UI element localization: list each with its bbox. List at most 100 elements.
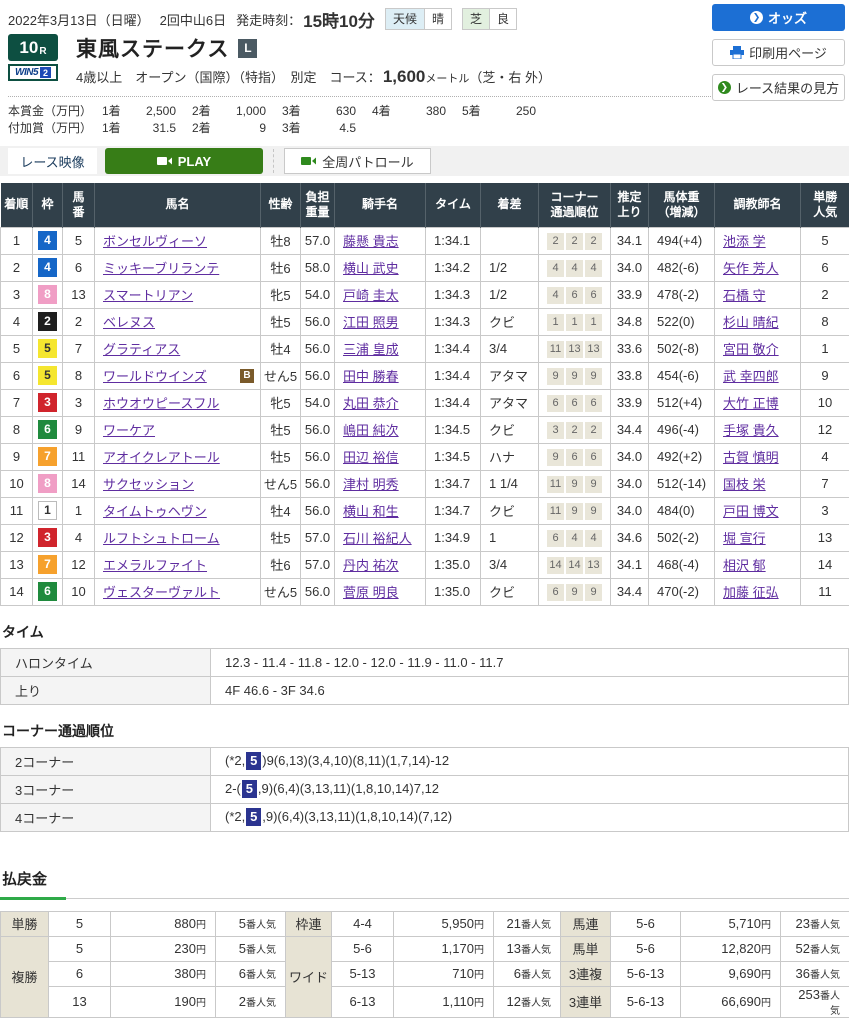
finish-position: 10 [1,470,33,497]
jockey-link[interactable]: 丹内 祐次 [343,558,399,573]
jockey-link[interactable]: 津村 明秀 [343,477,399,492]
fav-value: 23 [796,916,810,931]
win5-badge: WIN5 2 [8,64,58,81]
trainer-cell: 大竹 正博 [715,389,801,416]
jockey-link[interactable]: 三浦 皇成 [343,342,399,357]
horse-name-link[interactable]: ワーケア [103,423,155,438]
prize-place: 4着 [372,103,398,120]
horse-name-link[interactable]: ルフトシュトローム [103,531,220,546]
prize-place: 1着 [102,103,128,120]
ninki-suffix: 番人気 [521,945,551,956]
turf-condition-chip: 芝 良 [462,8,517,30]
wide-bet-amount: 710円 [394,961,494,986]
jockey-link[interactable]: 戸崎 圭太 [343,288,399,303]
waku-badge: 6 [38,582,57,601]
corner-order-cell: 111 [539,308,611,335]
jockey-cell: 戸崎 圭太 [335,281,426,308]
trainer-link[interactable]: 古賀 慎明 [723,450,779,465]
winner-highlight: 5 [242,780,257,798]
race-badges: 10R WIN5 2 [8,34,64,81]
horse-name-link[interactable]: アオイクレアトール [103,450,220,465]
amount-value: 710 [452,966,474,981]
win-favorite: 5 [801,227,849,254]
wide-bet-favorite: 12番人気 [494,986,561,1017]
jockey-link[interactable]: 丸田 恭介 [343,396,399,411]
result-guide-button[interactable]: ❯ レース結果の見方 [712,74,845,101]
horse-name-link[interactable]: ベレヌス [103,315,155,330]
horse-name-cell: サクセッション [95,470,261,497]
patrol-video-button[interactable]: 全周パトロール [284,148,431,174]
jockey-link[interactable]: 田中 勝春 [343,369,399,384]
last-3f: 34.0 [611,443,649,470]
jockey-link[interactable]: 嶋田 純次 [343,423,399,438]
table-row: 246ミッキーブリランテ牡658.0横山 武史1:34.21/244434.04… [1,254,849,281]
win-bet-label: 単勝 [1,911,49,936]
corner3-prefix: 2-( [225,781,241,796]
horse-name-link[interactable]: タイムトゥヘヴン [103,504,207,519]
trainer-cell: 杉山 晴紀 [715,308,801,335]
jockey-link[interactable]: 石川 裕紀人 [343,531,412,546]
horse-name-cell: タイムトゥヘヴン [95,497,261,524]
fav-value: 21 [507,916,521,931]
place-bet-favorite: 6番人気 [216,961,286,986]
trainer-link[interactable]: 池添 学 [723,234,766,249]
prize-value: 9 [218,120,266,137]
corner-order-cell: 999 [539,362,611,389]
play-button[interactable]: PLAY [105,148,263,174]
horse-name-link[interactable]: スマートリアン [103,288,193,303]
odds-button-label: オッズ [768,8,807,27]
finish-time: 1:34.4 [426,389,481,416]
horse-name-link[interactable]: ミッキーブリランテ [103,261,219,276]
column-header-horse-weight: 馬体重（増減） [649,183,715,227]
print-page-label: 印刷用ページ [749,43,827,62]
side-buttons: ❯ オッズ 印刷用ページ ❯ レース結果の見方 [712,4,845,101]
jockey-link[interactable]: 菅原 明良 [343,585,399,600]
trainer-link[interactable]: 相沢 郁 [723,558,766,573]
race-video-button[interactable]: レース映像 [8,148,97,174]
trainer-link[interactable]: 戸田 博文 [723,504,779,519]
horse-name-link[interactable]: エメラルファイト [103,558,207,573]
jockey-link[interactable]: 藤懸 貴志 [343,234,399,249]
trainer-cell: 手塚 貴久 [715,416,801,443]
bracket-quinella-label: 枠連 [286,911,332,936]
horse-name-link[interactable]: ボンセルヴィーソ [103,234,207,249]
horse-name-link[interactable]: サクセッション [103,477,194,492]
horse-name-link[interactable]: グラティアス [103,342,180,357]
results-table: 着順枠馬番馬名性齢負担重量騎手名タイム着差コーナー通過順位推定上り馬体重（増減）… [0,183,849,606]
trainer-link[interactable]: 石橋 守 [723,288,766,303]
horse-number: 8 [63,362,95,389]
corner4-prefix: (*2, [225,809,245,824]
trainer-link[interactable]: 杉山 晴紀 [723,315,779,330]
jockey-link[interactable]: 横山 武史 [343,261,399,276]
odds-button[interactable]: ❯ オッズ [712,4,845,31]
jockey-link[interactable]: 江田 照男 [343,315,399,330]
trainer-link[interactable]: 大竹 正博 [723,396,779,411]
trio-amount: 9,690円 [681,961,781,986]
column-header-win-favorite: 単勝人気 [801,183,849,227]
trainer-link[interactable]: 堀 宣行 [723,531,766,546]
print-page-button[interactable]: 印刷用ページ [712,39,845,66]
horse-name-link[interactable]: ワールドウインズ [103,369,207,384]
place-bet-combination: 6 [49,961,111,986]
trainer-link[interactable]: 加藤 征弘 [723,585,779,600]
waku-cell: 4 [33,227,63,254]
horse-name-link[interactable]: ヴェスターヴァルト [103,585,220,600]
win5-logo-text: WIN5 [15,67,38,78]
trainer-link[interactable]: 宮田 敬介 [723,342,779,357]
trainer-link[interactable]: 武 幸四郎 [723,369,779,384]
fav-value: 5 [239,916,246,931]
finish-time: 1:35.0 [426,551,481,578]
waku-cell: 7 [33,551,63,578]
last-3f: 33.9 [611,281,649,308]
prize-value: 2,500 [128,103,176,120]
finish-time: 1:34.5 [426,416,481,443]
jockey-link[interactable]: 横山 和生 [343,504,399,519]
trainer-link[interactable]: 矢作 芳人 [723,261,779,276]
jockey-link[interactable]: 田辺 裕信 [343,450,399,465]
jockey-cell: 丸田 恭介 [335,389,426,416]
horse-name-link[interactable]: ホウオウピースフル [103,396,219,411]
trainer-link[interactable]: 国枝 栄 [723,477,766,492]
waku-badge: 2 [38,312,57,331]
trainer-link[interactable]: 手塚 貴久 [723,423,779,438]
corner-order-cell: 322 [539,416,611,443]
